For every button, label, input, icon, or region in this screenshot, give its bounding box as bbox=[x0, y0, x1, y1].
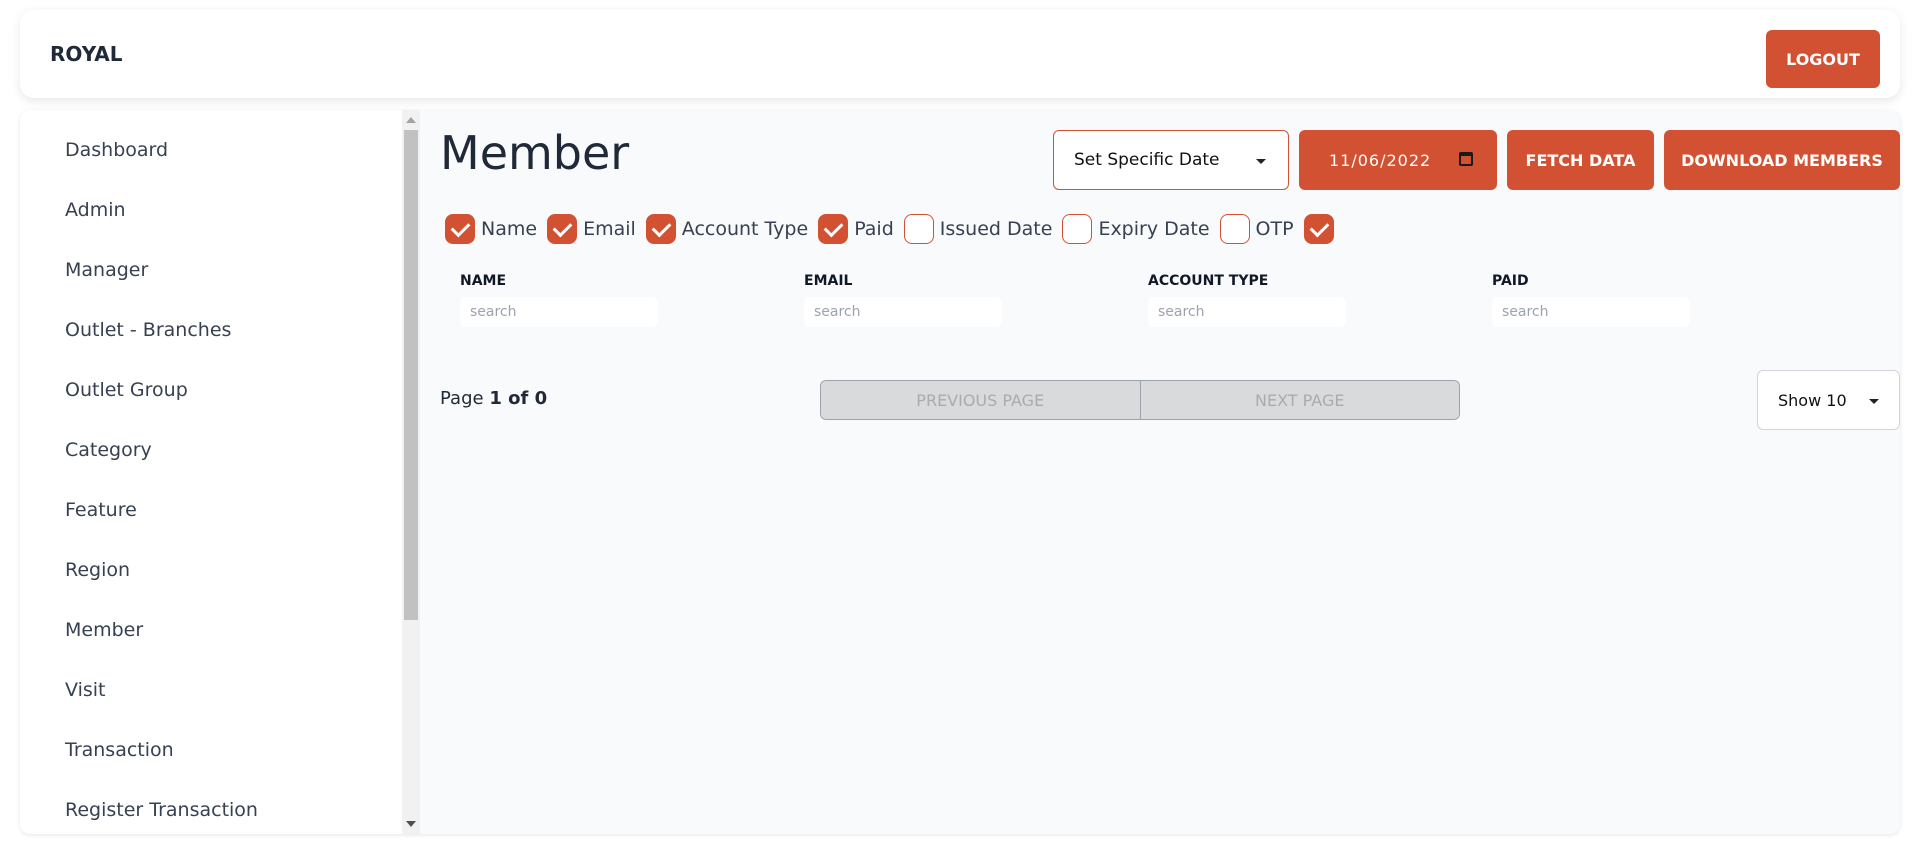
checkbox-label-paid: Paid bbox=[854, 218, 894, 240]
caret-down-icon bbox=[1869, 399, 1879, 404]
checkbox-label-account-type: Account Type bbox=[681, 218, 809, 240]
search-email-input[interactable] bbox=[804, 297, 1002, 327]
checkbox-expiry-date[interactable] bbox=[1062, 214, 1093, 244]
column-header-paid: PAID bbox=[1492, 273, 1529, 289]
next-page-button[interactable]: NEXT PAGE bbox=[1139, 381, 1459, 419]
sidebar: Dashboard Admin Manager Outlet - Branche… bbox=[20, 110, 402, 834]
top-bar: ROYAL LOGOUT bbox=[20, 10, 1900, 98]
brand-logo[interactable]: ROYAL bbox=[50, 10, 122, 98]
scroll-up-arrow-icon[interactable] bbox=[406, 117, 416, 123]
sidebar-item-dashboard[interactable]: Dashboard bbox=[65, 135, 168, 165]
page-prefix: Page bbox=[440, 388, 484, 409]
sidebar-item-outlet-group[interactable]: Outlet Group bbox=[65, 375, 188, 405]
checkbox-account-type[interactable] bbox=[645, 214, 676, 244]
page-title: Member bbox=[440, 126, 630, 180]
checkbox-name[interactable] bbox=[445, 214, 475, 244]
sidebar-item-manager[interactable]: Manager bbox=[65, 255, 148, 285]
column-name: NAME bbox=[460, 273, 658, 327]
column-paid: PAID bbox=[1492, 273, 1690, 327]
checkbox-issued-date[interactable] bbox=[903, 214, 934, 244]
checkbox-label-expiry-date: Expiry Date bbox=[1098, 218, 1210, 240]
page-size-select[interactable]: Show 10 bbox=[1757, 370, 1900, 430]
sidebar-scrollbar[interactable] bbox=[402, 110, 420, 834]
calendar-icon[interactable] bbox=[1459, 152, 1473, 166]
page-count: 1 of 0 bbox=[489, 388, 548, 409]
caret-down-icon bbox=[1256, 159, 1266, 164]
sidebar-item-admin[interactable]: Admin bbox=[65, 195, 126, 225]
checkbox-unlabeled[interactable] bbox=[1303, 214, 1334, 244]
sidebar-item-visit[interactable]: Visit bbox=[65, 675, 106, 705]
logout-button[interactable]: LOGOUT bbox=[1766, 30, 1880, 88]
search-paid-input[interactable] bbox=[1492, 297, 1690, 327]
column-email: EMAIL bbox=[804, 273, 1002, 327]
column-header-account-type: ACCOUNT TYPE bbox=[1148, 273, 1269, 289]
sidebar-item-member[interactable]: Member bbox=[65, 615, 143, 645]
date-mode-select[interactable]: Set Specific Date bbox=[1053, 130, 1289, 190]
fetch-data-button[interactable]: FETCH DATA bbox=[1507, 130, 1654, 190]
checkbox-label-email: Email bbox=[583, 218, 636, 240]
previous-page-button[interactable]: PREVIOUS PAGE bbox=[821, 381, 1140, 419]
checkbox-label-name: Name bbox=[481, 218, 538, 240]
search-account-type-input[interactable] bbox=[1148, 297, 1346, 327]
scroll-down-arrow-icon[interactable] bbox=[406, 821, 416, 827]
checkbox-label-otp: OTP bbox=[1255, 218, 1294, 240]
sidebar-item-transaction[interactable]: Transaction bbox=[65, 735, 174, 765]
date-value: 11/06/2022 bbox=[1329, 150, 1432, 170]
main-content: Member Set Specific Date 11/06/2022 FETC… bbox=[420, 110, 1900, 834]
sidebar-item-category[interactable]: Category bbox=[65, 435, 152, 465]
sidebar-item-outlet-branches[interactable]: Outlet - Branches bbox=[65, 315, 231, 345]
page-size-value: Show 10 bbox=[1778, 390, 1847, 410]
column-header-name: NAME bbox=[460, 273, 507, 289]
checkbox-label-issued-date: Issued Date bbox=[939, 218, 1053, 240]
app-shell: Dashboard Admin Manager Outlet - Branche… bbox=[20, 110, 1900, 834]
pagination-controls: PREVIOUS PAGE NEXT PAGE bbox=[820, 380, 1460, 420]
scroll-thumb[interactable] bbox=[404, 130, 418, 620]
column-header-email: EMAIL bbox=[804, 273, 853, 289]
column-filters: Name Email Account Type Paid Issued Date… bbox=[445, 213, 1334, 245]
sidebar-item-register-transaction[interactable]: Register Transaction bbox=[65, 795, 258, 825]
checkbox-email[interactable] bbox=[547, 214, 578, 244]
column-account-type: ACCOUNT TYPE bbox=[1148, 273, 1346, 327]
date-mode-value: Set Specific Date bbox=[1074, 150, 1220, 170]
search-name-input[interactable] bbox=[460, 297, 658, 327]
checkbox-paid[interactable] bbox=[818, 214, 849, 244]
sidebar-item-region[interactable]: Region bbox=[65, 555, 130, 585]
sidebar-item-feature[interactable]: Feature bbox=[65, 495, 137, 525]
date-input[interactable]: 11/06/2022 bbox=[1299, 130, 1497, 190]
download-members-button[interactable]: DOWNLOAD MEMBERS bbox=[1664, 130, 1900, 190]
checkbox-otp[interactable] bbox=[1219, 214, 1250, 244]
page-indicator: Page 1 of 0 bbox=[440, 388, 547, 409]
